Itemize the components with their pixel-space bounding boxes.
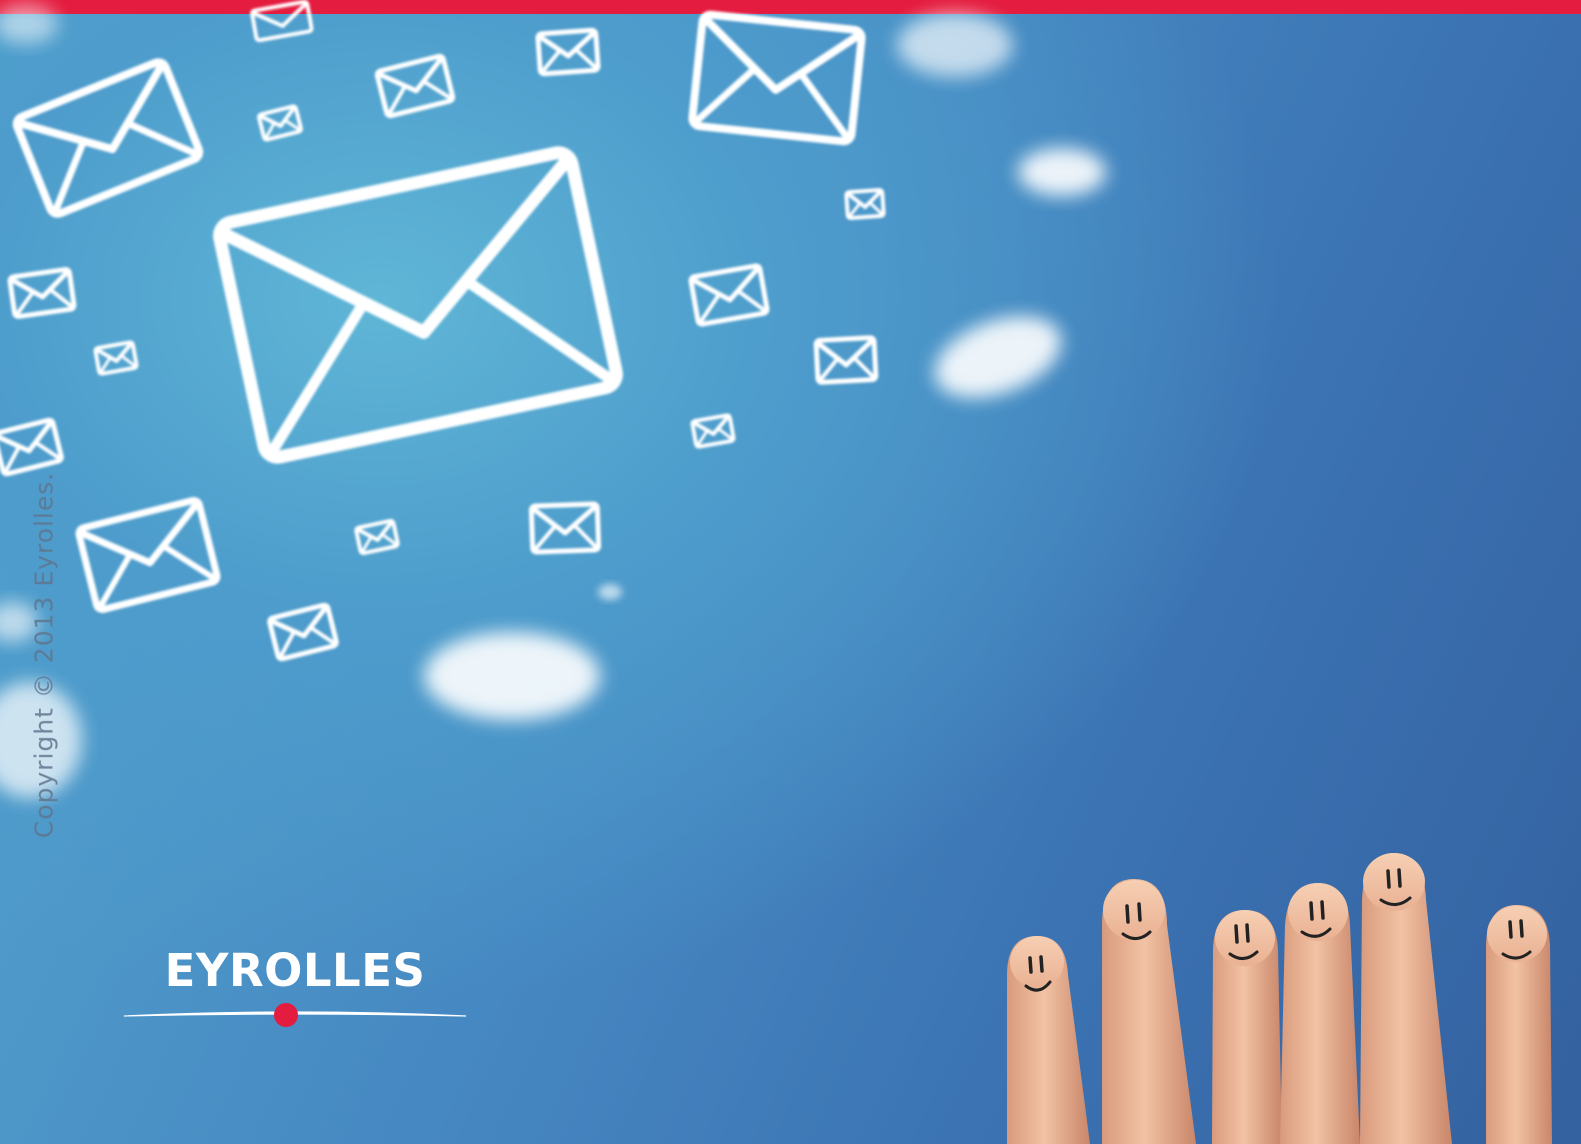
envelope-icon [12,58,204,218]
envelope-icon [267,602,339,662]
envelope-icon [688,10,866,146]
envelope-icon [374,53,456,119]
envelope-icon [354,518,400,556]
envelope-icon [813,335,879,385]
smiling-finger [1007,936,1090,1144]
smiling-finger [1102,879,1196,1144]
envelope-icon [528,501,602,555]
smiling-finger [1360,853,1452,1144]
envelope-icon [93,340,139,376]
copyright-notice: Copyright © 2013 Eyrolles. [29,471,59,839]
smiling-finger [1486,905,1552,1144]
envelope-icon [0,417,64,477]
envelope-icon [213,146,623,464]
envelope-icon [75,497,221,613]
logo-dot-icon [274,1003,298,1027]
envelope-icon [844,187,886,221]
smiling-finger [1212,910,1282,1144]
logo-wordmark: EYROLLES [164,944,426,997]
cover-page: Copyright © 2013 Eyrolles. EYROLLES [0,0,1581,1144]
smiling-finger [1280,883,1360,1144]
envelope-icon [257,104,303,142]
envelope-icon [535,27,601,77]
envelope-icon [250,0,314,43]
eyrolles-logo[interactable]: EYROLLES [120,940,470,1030]
envelope-icon [688,263,770,327]
logo-swoosh-icon [123,1003,467,1027]
envelope-icon [690,413,736,449]
envelope-icon [7,267,77,319]
smiling-fingers [1007,853,1552,1144]
